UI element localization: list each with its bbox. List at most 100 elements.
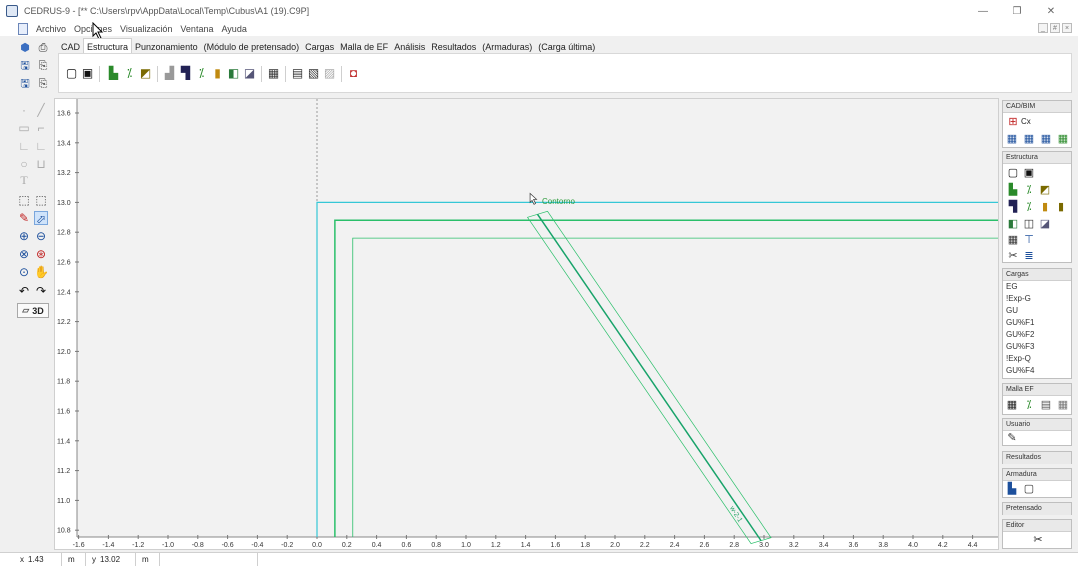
mesh-generate-icon[interactable]: ▦	[1005, 398, 1019, 412]
l-shape-offset-icon[interactable]: ∟	[34, 139, 48, 153]
bim-floor-icon[interactable]: ▦	[1005, 132, 1019, 146]
wall-top-icon[interactable]: ▜	[1006, 200, 1020, 214]
wall-support-icon[interactable]: ▙	[1006, 183, 1020, 197]
tab-cargas[interactable]: Cargas	[302, 40, 337, 54]
mesh-table-icon[interactable]: ▤	[1039, 398, 1053, 412]
select-region-icon[interactable]: ⬚	[17, 193, 31, 207]
u-shape-icon[interactable]: ⊔	[34, 157, 48, 171]
menu-ventana[interactable]: Ventana	[180, 24, 213, 34]
spring-line-icon[interactable]: ⁒	[1022, 200, 1036, 214]
slab-icon[interactable]: ▢	[1006, 166, 1020, 180]
pencil-icon[interactable]: ✎	[17, 211, 31, 225]
load-case-item[interactable]: GU%F4	[1003, 365, 1071, 377]
beam-icon[interactable]: ◩	[139, 67, 152, 80]
column-capital-icon[interactable]: ▮	[1054, 200, 1068, 214]
rectangle-icon[interactable]: ▭	[17, 121, 31, 135]
bim-model-icon[interactable]: ▦	[1056, 132, 1070, 146]
scissors-icon[interactable]: ✂	[1006, 249, 1020, 263]
document-icon[interactable]	[18, 23, 28, 35]
opening-icon[interactable]: ▣	[1022, 166, 1036, 180]
edit-element-icon[interactable]: ◪	[1038, 217, 1052, 231]
zoom-previous-icon[interactable]: ⊙	[17, 265, 31, 279]
load-case-item[interactable]: GU%F1	[1003, 317, 1071, 329]
pointer-tool-icon[interactable]: ⬀	[34, 211, 48, 226]
export-bim-icon[interactable]: ◘	[347, 67, 360, 80]
print-preview-icon[interactable]: ⎘	[36, 60, 50, 72]
foundation-icon[interactable]: ▦	[267, 67, 280, 80]
close-button[interactable]: ✕	[1034, 0, 1068, 22]
editor-scissors-icon[interactable]: ✂	[1031, 533, 1045, 547]
load-case-item[interactable]: !Exp-Q	[1003, 353, 1071, 365]
select-object-icon[interactable]: ⬚	[34, 193, 48, 207]
grid-axes-icon[interactable]: ⊞	[1006, 115, 1020, 129]
line-icon[interactable]: ╱	[34, 103, 48, 117]
tab-estructura[interactable]: Estructura	[83, 38, 133, 54]
section-title[interactable]: Pretensado	[1003, 503, 1071, 515]
save-icon[interactable]: 🖫	[18, 60, 32, 72]
mesh-line-icon[interactable]: ⁒	[1022, 398, 1036, 412]
reinforcement-chart-icon[interactable]: ▙	[1005, 482, 1019, 496]
minimize-button[interactable]: —	[966, 0, 1000, 22]
foundation-icon[interactable]: ▦	[1006, 233, 1020, 247]
beam-icon[interactable]: ◩	[1038, 183, 1052, 197]
flag-icon[interactable]: ≣	[1022, 249, 1036, 263]
menu-ayuda[interactable]: Ayuda	[221, 24, 246, 34]
reinforcement-doc-icon[interactable]: ▢	[1022, 482, 1036, 496]
tab-malla-ef[interactable]: Malla de EF	[337, 40, 391, 54]
wall-element-icon[interactable]: ◧	[1006, 217, 1020, 231]
text-icon[interactable]: T	[17, 173, 31, 187]
load-case-item[interactable]: !Exp-G	[1003, 293, 1071, 305]
load-case-item[interactable]: EG	[1003, 281, 1071, 293]
wall-element-icon[interactable]: ◧	[227, 67, 240, 80]
opening-icon[interactable]: ▣	[81, 67, 94, 80]
tab-carga-ultima[interactable]: (Carga última)	[535, 40, 598, 54]
zoom-out-icon[interactable]: ⊖	[34, 229, 48, 243]
bim-floor-up-icon[interactable]: ▦	[1022, 132, 1036, 146]
line-support-icon[interactable]: ⁒	[123, 67, 136, 80]
zoom-in-icon[interactable]: ⊕	[17, 229, 31, 243]
zoom-all-icon[interactable]: ⊛	[34, 247, 48, 261]
spring-line-icon[interactable]: ⁒	[195, 67, 208, 80]
section-title[interactable]: Resultados	[1003, 452, 1071, 464]
mdi-close-button[interactable]: ×	[1062, 23, 1072, 33]
tab-modulo-pretensado[interactable]: (Módulo de pretensado)	[201, 40, 303, 54]
wall-support-icon[interactable]: ▙	[107, 67, 120, 80]
menu-visualizacion[interactable]: Visualización	[120, 24, 172, 34]
load-case-item[interactable]: GU%F3	[1003, 341, 1071, 353]
restore-button[interactable]: ❐	[1000, 0, 1034, 22]
line-support-icon[interactable]: ⁒	[1022, 183, 1036, 197]
print-icon[interactable]: ⎙	[36, 42, 50, 54]
document-icon[interactable]: ▤	[291, 67, 304, 80]
mdi-minimize-button[interactable]: _	[1038, 23, 1048, 33]
drawing-canvas[interactable]: 13.6 13.4 13.2 13.0 12.8 12.6 12.4 12.2 12.0 11.8…	[54, 98, 999, 550]
plan-view[interactable]: 13.6 13.4 13.2 13.0 12.8 12.6 12.4 12.2 12.0 11.8…	[55, 99, 999, 550]
column-icon[interactable]: ▮	[211, 67, 224, 80]
view-3d-button[interactable]: ▱ 3D	[17, 303, 49, 318]
user-edit-icon[interactable]: ✎	[1005, 431, 1019, 445]
menu-archivo[interactable]: Archivo	[36, 24, 66, 34]
tab-analisis[interactable]: Análisis	[391, 40, 428, 54]
l-shape-icon[interactable]: ∟	[17, 139, 31, 153]
mesh-grid-icon[interactable]: ▦	[1056, 398, 1070, 412]
column-support-icon[interactable]: ▟	[163, 67, 176, 80]
tab-armaduras[interactable]: (Armaduras)	[479, 40, 535, 54]
cx-label[interactable]: Cx	[1021, 115, 1031, 129]
save-as-icon[interactable]: 🖫	[18, 78, 32, 90]
undo-icon[interactable]: ↶	[17, 284, 31, 298]
check-document-icon[interactable]: ▧	[307, 67, 320, 80]
bim-floor-down-icon[interactable]: ▦	[1039, 132, 1053, 146]
column-icon[interactable]: ▮	[1038, 200, 1052, 214]
pan-hand-icon[interactable]: ✋	[34, 265, 49, 279]
tab-cad[interactable]: CAD	[58, 40, 83, 54]
polygon-icon[interactable]: ⌐	[34, 121, 48, 135]
document-disabled-icon[interactable]: ▨	[323, 67, 336, 80]
new-project-icon[interactable]: ⬢	[18, 42, 32, 54]
tab-punzonamiento[interactable]: Punzonamiento	[132, 40, 201, 54]
load-case-item[interactable]: GU%F2	[1003, 329, 1071, 341]
wall-outline-icon[interactable]: ◫	[1022, 217, 1036, 231]
mdi-restore-button[interactable]: #	[1050, 23, 1060, 33]
wall-top-icon[interactable]: ▜	[179, 67, 192, 80]
hammer-icon[interactable]: ⊤	[1022, 233, 1036, 247]
redo-icon[interactable]: ↷	[34, 284, 48, 298]
edit-element-icon[interactable]: ◪	[243, 67, 256, 80]
